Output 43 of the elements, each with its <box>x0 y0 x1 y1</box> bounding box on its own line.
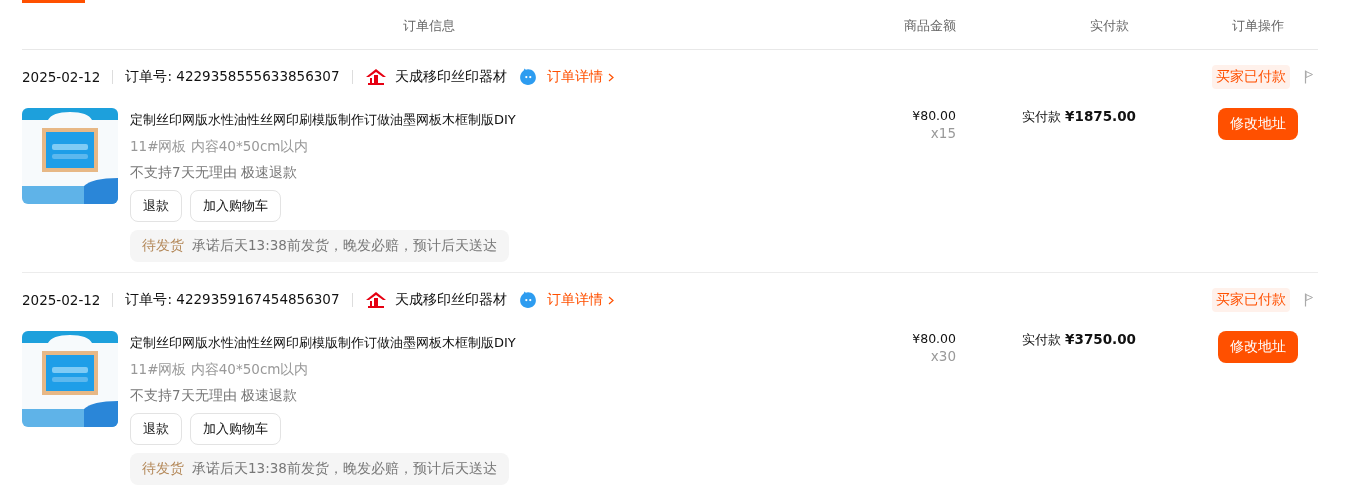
chat-icon[interactable] <box>518 291 537 309</box>
chevron-right-icon[interactable] <box>607 72 614 82</box>
quantity: x15 <box>929 125 956 141</box>
order-action-button[interactable]: 加入购物车 <box>190 190 281 222</box>
order-date: 2025-02-12 <box>22 69 101 85</box>
chat-icon[interactable] <box>518 68 537 86</box>
paid-label: 实付款 <box>1022 109 1062 126</box>
paid-amount: ¥3750.00 <box>1065 331 1136 347</box>
column-header: 订单信息 <box>402 17 456 35</box>
order-status-badge: 买家已付款 <box>1212 65 1290 89</box>
order-action-button[interactable]: 退款 <box>130 413 182 445</box>
flag-icon[interactable] <box>1304 70 1314 84</box>
unit-price: ¥80.00 <box>911 331 956 346</box>
column-header: 实付款 <box>1089 17 1130 35</box>
quantity: x30 <box>929 348 956 364</box>
unit-price: ¥80.00 <box>911 108 956 123</box>
order-number: 订单号: 4229358555633856307 <box>125 68 340 86</box>
service-note: 不支持7天无理由 极速退款 <box>130 163 298 182</box>
shop-name[interactable]: 天成移印丝印器材 <box>394 68 507 86</box>
order-date: 2025-02-12 <box>22 292 101 308</box>
flag-icon[interactable] <box>1304 293 1314 307</box>
order-action-button[interactable]: 退款 <box>130 190 182 222</box>
shop-name[interactable]: 天成移印丝印器材 <box>394 291 507 309</box>
shop-logo-icon <box>364 291 387 309</box>
product-title[interactable]: 定制丝印网版水性油性丝网印刷模版制作订做油墨网板木框制版DIY <box>130 333 516 353</box>
delivery-note: 承诺后天13:38前发货，晚发必赔，预计后天送达 <box>192 460 497 478</box>
active-tab-underline <box>22 0 85 3</box>
column-header: 商品金额 <box>903 17 956 35</box>
product-spec: 11#网板 内容40*50cm以内 <box>130 137 310 156</box>
delivery-note: 承诺后天13:38前发货，晚发必赔，预计后天送达 <box>192 237 497 255</box>
order-status-badge: 买家已付款 <box>1212 288 1290 312</box>
delivery-status: 待发货 <box>142 460 184 478</box>
order-number: 订单号: 4229359167454856307 <box>125 291 340 309</box>
order-action-button[interactable]: 加入购物车 <box>190 413 281 445</box>
service-note: 不支持7天无理由 极速退款 <box>130 386 298 405</box>
shop-logo-icon <box>364 68 387 86</box>
delivery-status: 待发货 <box>142 237 184 255</box>
product-title[interactable]: 定制丝印网版水性油性丝网印刷模版制作订做油墨网板木框制版DIY <box>130 110 516 130</box>
paid-amount: ¥1875.00 <box>1065 108 1136 124</box>
column-header: 订单操作 <box>1231 17 1285 35</box>
product-spec: 11#网板 内容40*50cm以内 <box>130 360 310 379</box>
paid-label: 实付款 <box>1022 332 1062 349</box>
chevron-right-icon[interactable] <box>607 295 614 305</box>
